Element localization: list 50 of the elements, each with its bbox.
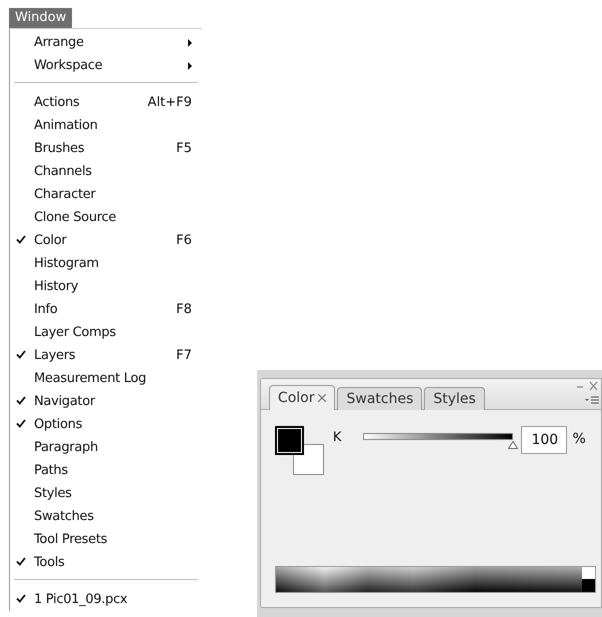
checkmark-icon: [16, 418, 26, 428]
value-field[interactable]: 100: [521, 426, 568, 454]
color-swatches[interactable]: [274, 426, 323, 474]
menu-item[interactable]: Styles: [10, 482, 202, 505]
menu-item[interactable]: Histogram: [10, 252, 202, 275]
channel-label: K: [332, 430, 342, 445]
checkmark-icon: [16, 556, 26, 566]
panel-menu-icon[interactable]: [585, 395, 599, 405]
menu-item[interactable]: Tool Presets: [10, 528, 202, 551]
submenu-arrow-icon: [188, 62, 192, 70]
slider-thumb[interactable]: [508, 441, 518, 449]
menu-item[interactable]: Brushes F5: [10, 137, 202, 160]
shortcut-label: F8: [176, 302, 192, 317]
minimize-close-icon[interactable]: [575, 381, 599, 391]
menu-item[interactable]: Arrange: [10, 31, 202, 54]
menu-item[interactable]: Clone Source: [10, 206, 202, 229]
menu-item[interactable]: 1 Pic01_09.pcx: [10, 588, 202, 611]
panel-tab[interactable]: Swatches: [337, 387, 422, 410]
submenu-arrow-icon: [188, 38, 192, 46]
unit-label: %: [572, 431, 586, 447]
shortcut-label: F6: [176, 233, 192, 248]
menu-item[interactable]: Paths: [10, 459, 202, 482]
menu-item[interactable]: Options: [10, 413, 202, 436]
menu-item[interactable]: Layer Comps: [10, 321, 202, 344]
menu-item[interactable]: Channels: [10, 160, 202, 183]
panel-tab[interactable]: Styles: [424, 387, 485, 410]
shortcut-label: F7: [176, 348, 192, 363]
checkmark-icon: [16, 234, 26, 244]
menu-item[interactable]: Info F8: [10, 298, 202, 321]
panel-tab[interactable]: Color: [268, 385, 336, 410]
shortcut-label: F5: [176, 141, 192, 156]
menu-item[interactable]: Workspace: [10, 54, 202, 77]
menu-title[interactable]: Window: [9, 8, 72, 28]
menu-item[interactable]: Measurement Log: [10, 367, 202, 390]
menu-item[interactable]: Navigator: [10, 390, 202, 413]
shortcut-label: Alt+F9: [148, 95, 192, 110]
menu-item[interactable]: Paragraph: [10, 436, 202, 459]
menu-item[interactable]: Tools: [10, 551, 202, 574]
menu-item[interactable]: Layers F7: [10, 344, 202, 367]
checkmark-icon: [16, 396, 26, 404]
menu-item[interactable]: Color F6: [10, 229, 202, 252]
menu-item[interactable]: Actions Alt+F9: [10, 91, 202, 114]
checkmark-icon: [16, 594, 26, 602]
close-icon[interactable]: [318, 394, 326, 402]
menu-item[interactable]: History: [10, 275, 202, 298]
checkmark-icon: [16, 350, 26, 358]
menu-item[interactable]: Swatches: [10, 505, 202, 528]
color-ramp[interactable]: [274, 566, 596, 593]
menu-item[interactable]: Animation: [10, 114, 202, 137]
menu-item[interactable]: Character: [10, 183, 202, 206]
